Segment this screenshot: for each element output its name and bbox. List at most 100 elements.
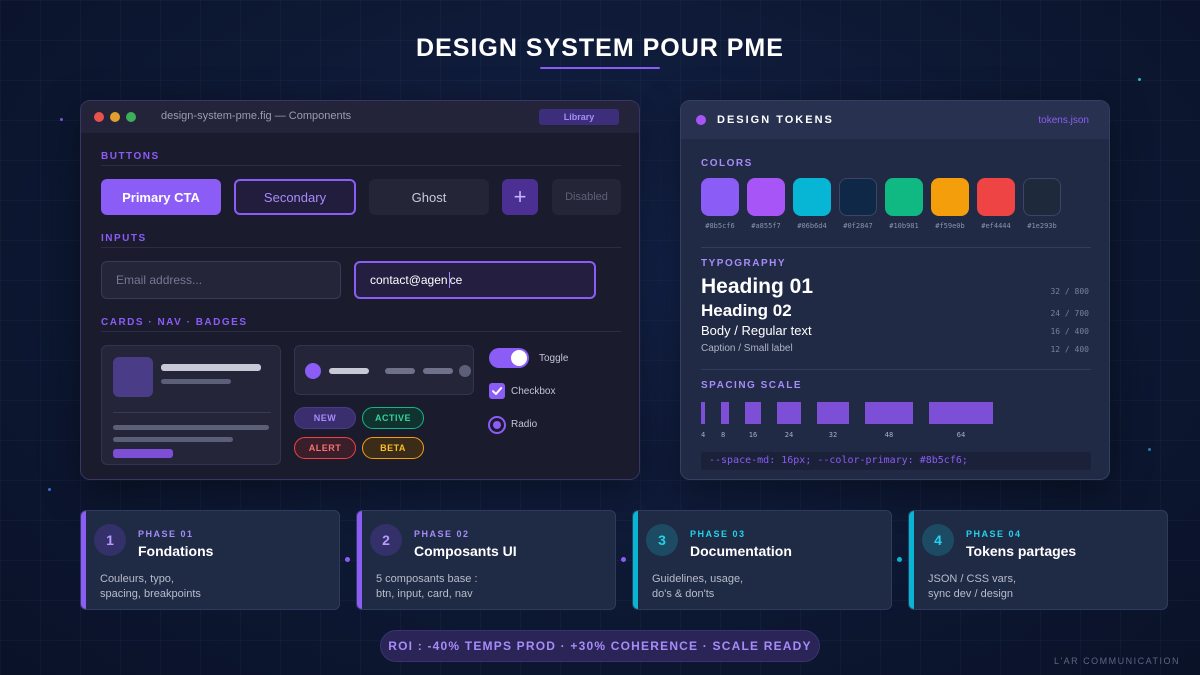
nav-link-placeholder[interactable] <box>385 368 415 374</box>
page-title: DESIGN SYSTEM POUR PME <box>416 34 784 62</box>
inputs-section-label: INPUTS <box>101 233 147 244</box>
minimize-dot-icon[interactable] <box>110 112 120 122</box>
phase-tag: PHASE 04 <box>966 529 1022 539</box>
design-tokens-panel: DESIGN TOKENS tokens.json COLORS #8b5cf6… <box>680 100 1110 480</box>
phase-title: Fondations <box>138 543 214 559</box>
card-component[interactable] <box>101 345 281 465</box>
toggle-knob <box>511 350 527 366</box>
color-hex-label: #a855f7 <box>751 222 781 230</box>
badge-active: ACTIVE <box>362 407 424 429</box>
phase-card[interactable]: 1 PHASE 01 Fondations Couleurs, typo, spacin… <box>80 510 340 610</box>
color-swatch[interactable] <box>977 178 1015 216</box>
color-swatch[interactable] <box>931 178 969 216</box>
phase-description-line: Guidelines, usage, <box>652 573 744 585</box>
phase-description: Couleurs, typo, spacing, breakpoints <box>100 572 330 602</box>
caption-sample: Caption / Small label <box>701 343 793 354</box>
tokens-header: DESIGN TOKENS tokens.json <box>681 101 1109 139</box>
heading-02-meta: 24 / 700 <box>1050 309 1089 318</box>
nav-component <box>294 345 474 395</box>
radio-button[interactable] <box>488 416 506 434</box>
section-divider <box>701 247 1091 248</box>
spacing-block <box>701 402 705 424</box>
add-icon-button[interactable]: + <box>502 179 538 215</box>
spacing-value-label: 32 <box>828 431 838 439</box>
input-value: contact@agen <box>370 273 448 287</box>
tokens-filename[interactable]: tokens.json <box>1038 115 1089 126</box>
radio-label: Radio <box>511 419 538 430</box>
color-swatch[interactable] <box>793 178 831 216</box>
phase-accent-bar <box>357 511 362 609</box>
color-swatch[interactable] <box>701 178 739 216</box>
phase-number-badge: 3 <box>646 524 678 556</box>
phase-description-line: Couleurs, typo, <box>100 573 174 585</box>
window-titlebar: design-system-pme.fig — Components Libra… <box>81 101 639 133</box>
nav-brand-placeholder <box>329 368 369 374</box>
body-meta: 16 / 400 <box>1050 327 1089 336</box>
phase-card[interactable]: 4 PHASE 04 Tokens partages JSON / CSS vars,… <box>908 510 1168 610</box>
color-swatch[interactable] <box>1023 178 1061 216</box>
buttons-section-label: BUTTONS <box>101 151 160 162</box>
card-subtitle-placeholder <box>161 379 231 384</box>
toggle-switch[interactable] <box>489 348 529 368</box>
nav-avatar[interactable] <box>459 365 471 377</box>
focused-email-input[interactable]: contact@agen ce <box>354 261 596 299</box>
heading-01-sample: Heading 01 <box>701 275 814 298</box>
badge-alert: ALERT <box>294 437 356 459</box>
roi-banner: ROI : -40% TEMPS PROD · +30% COHERENCE ·… <box>380 630 820 662</box>
phase-connector <box>345 557 350 562</box>
card-action-placeholder[interactable] <box>113 449 173 458</box>
components-window: design-system-pme.fig — Components Libra… <box>80 100 640 480</box>
toggle-label: Toggle <box>539 353 569 364</box>
spacing-value-label: 64 <box>956 431 966 439</box>
color-hex-label: #1e293b <box>1027 222 1057 230</box>
library-tab[interactable]: Library <box>539 109 619 125</box>
primary-cta-button[interactable]: Primary CTA <box>101 179 221 215</box>
checkmark-icon <box>492 387 503 395</box>
secondary-button[interactable]: Secondary <box>234 179 356 215</box>
card-title-placeholder <box>161 364 261 371</box>
color-hex-label: #8b5cf6 <box>705 222 735 230</box>
section-divider <box>101 247 621 248</box>
color-hex-label: #ef4444 <box>981 222 1011 230</box>
input-value-tail: ce <box>449 273 463 287</box>
section-divider <box>101 165 621 166</box>
card-divider <box>113 412 271 413</box>
phase-number-badge: 1 <box>94 524 126 556</box>
spacing-block <box>929 402 993 424</box>
checkbox-label: Checkbox <box>511 386 556 397</box>
phase-card[interactable]: 2 PHASE 02 Composants UI 5 composants base … <box>356 510 616 610</box>
checkbox[interactable] <box>489 383 505 399</box>
ghost-button[interactable]: Ghost <box>369 179 489 215</box>
phase-tag: PHASE 02 <box>414 529 470 539</box>
cards-section-label: CARDS · NAV · BADGES <box>101 317 248 328</box>
section-divider <box>701 369 1091 370</box>
spacing-block <box>745 402 761 424</box>
badge-beta: BETA <box>362 437 424 459</box>
color-swatch[interactable] <box>885 178 923 216</box>
phase-accent-bar <box>633 511 638 609</box>
spacing-block <box>721 402 729 424</box>
phase-description-line: spacing, breakpoints <box>100 588 201 600</box>
nav-link-placeholder[interactable] <box>423 368 453 374</box>
spacing-value-label: 4 <box>701 431 706 439</box>
color-swatch[interactable] <box>747 178 785 216</box>
phase-card[interactable]: 3 PHASE 03 Documentation Guidelines, usage,… <box>632 510 892 610</box>
phase-tag: PHASE 01 <box>138 529 194 539</box>
decor-dot <box>48 488 51 491</box>
nav-logo-icon[interactable] <box>305 363 321 379</box>
footer-brand: L'AR COMMUNICATION <box>1053 656 1180 666</box>
window-filename: design-system-pme.fig — Components <box>161 110 352 122</box>
color-swatch[interactable] <box>839 178 877 216</box>
heading-02-sample: Heading 02 <box>701 301 792 320</box>
spacing-label: SPACING SCALE <box>701 380 802 391</box>
badge-new: NEW <box>294 407 356 429</box>
phase-accent-bar <box>81 511 86 609</box>
section-divider <box>101 331 621 332</box>
maximize-dot-icon[interactable] <box>126 112 136 122</box>
color-hex-label: #0f2847 <box>843 222 873 230</box>
close-dot-icon[interactable] <box>94 112 104 122</box>
phase-tag: PHASE 03 <box>690 529 746 539</box>
spacing-block <box>865 402 913 424</box>
email-input[interactable]: Email address... <box>101 261 341 299</box>
caption-meta: 12 / 400 <box>1050 345 1089 354</box>
